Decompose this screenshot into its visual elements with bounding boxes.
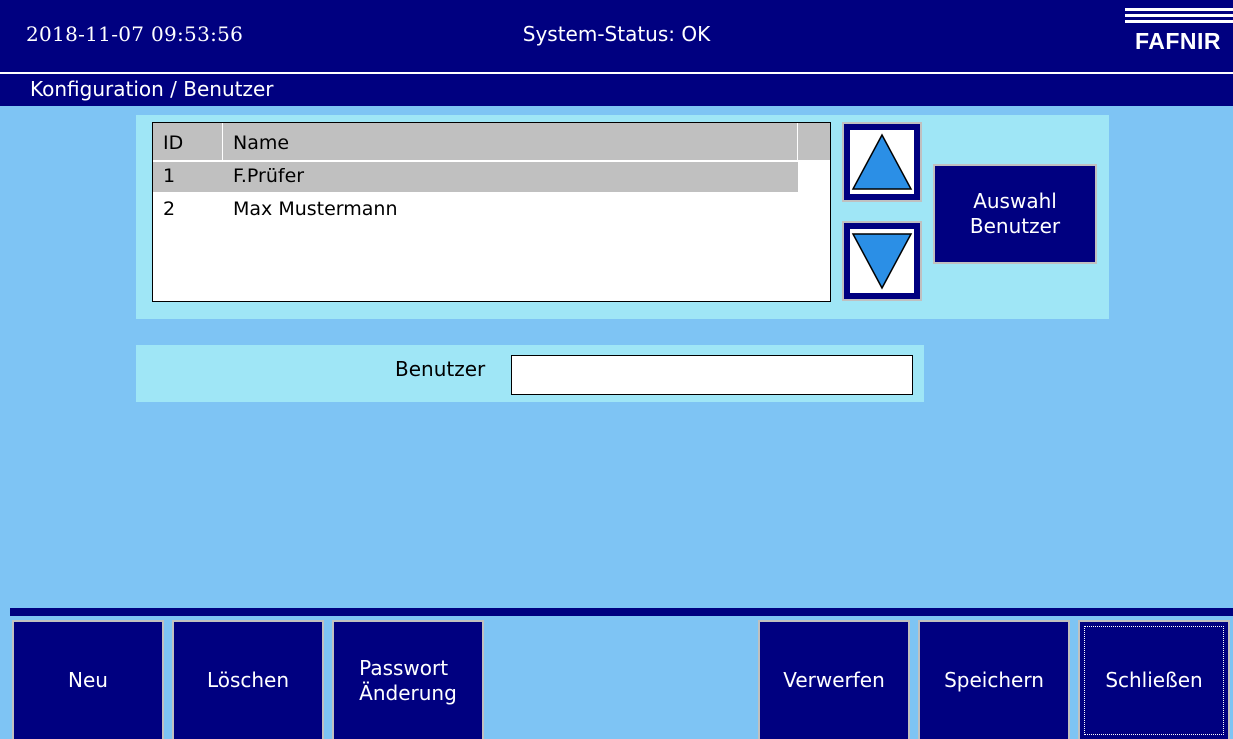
list-header: ID Name xyxy=(153,123,830,160)
list-item[interactable]: 2 Max Mustermann xyxy=(153,195,798,225)
user-name: F.Prüfer xyxy=(233,165,305,187)
breadcrumb-label: Konfiguration / Benutzer xyxy=(30,77,274,101)
logo-text: FAFNIR xyxy=(1134,28,1222,54)
system-status: System-Status: OK xyxy=(522,22,711,46)
scroll-down-button[interactable] xyxy=(842,221,922,301)
fafnir-logo: FAFNIR xyxy=(1123,8,1233,66)
select-user-button[interactable]: Auswahl Benutzer xyxy=(933,164,1097,264)
user-id: 2 xyxy=(163,198,176,220)
user-input[interactable] xyxy=(511,355,913,395)
breadcrumb: Konfiguration / Benutzer xyxy=(0,74,1233,106)
user-label: Benutzer xyxy=(395,357,486,381)
save-button[interactable]: Speichern xyxy=(918,620,1070,739)
title-bar: 2018-11-07 09:53:56 System-Status: OK FA… xyxy=(0,0,1233,72)
user-list[interactable]: ID Name 1 F.Prüfer 2 Max Mustermann xyxy=(152,122,831,302)
user-id: 1 xyxy=(163,165,176,187)
delete-button[interactable]: Löschen xyxy=(172,620,324,739)
triangle-up-icon xyxy=(851,133,913,190)
list-item[interactable]: 1 F.Prüfer xyxy=(153,162,798,192)
change-password-button[interactable]: Passwort Änderung xyxy=(332,620,484,739)
triangle-down-icon xyxy=(851,233,913,290)
new-button[interactable]: Neu xyxy=(12,620,164,739)
discard-button[interactable]: Verwerfen xyxy=(758,620,910,739)
scroll-up-button[interactable] xyxy=(842,122,922,202)
footer-separator xyxy=(10,608,1233,616)
column-header-id[interactable]: ID xyxy=(153,123,223,160)
close-button[interactable]: Schließen xyxy=(1078,620,1230,739)
user-name: Max Mustermann xyxy=(233,198,398,220)
column-header-name[interactable]: Name xyxy=(223,123,798,160)
